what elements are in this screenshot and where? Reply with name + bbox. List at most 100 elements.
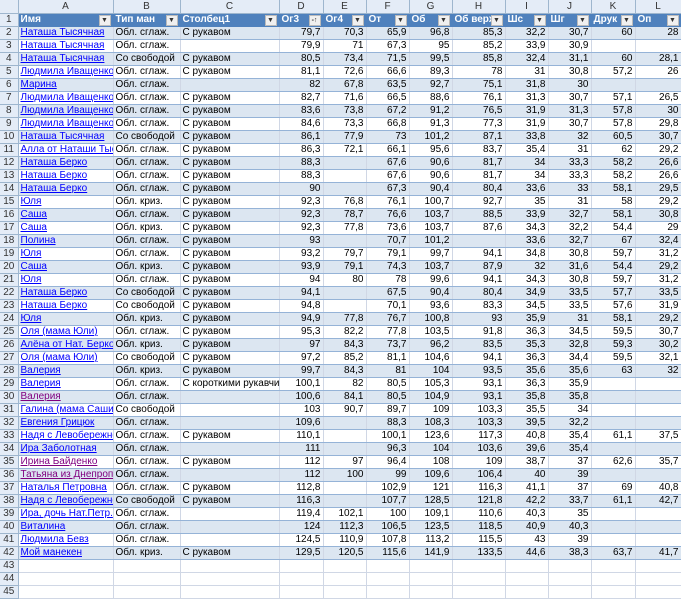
name-link[interactable]: Ира Заболотная (21, 443, 97, 454)
cell-B[interactable]: Обл. сглаж. (113, 78, 181, 92)
cell-J[interactable]: 32 (548, 130, 592, 144)
cell-B[interactable]: Со свободой (113, 351, 181, 365)
name-link[interactable]: Валерия (21, 378, 61, 389)
column-header-A[interactable]: A (18, 0, 114, 14)
cell-L[interactable]: 29,2 (635, 195, 681, 209)
cell-G[interactable]: 103,7 (409, 208, 453, 222)
cell-A[interactable]: Надя с Левобережной (18, 429, 114, 443)
name-link[interactable]: Оля (мама Юли) (21, 352, 98, 363)
cell-L[interactable]: 29,2 (635, 260, 681, 274)
cell-J[interactable]: 31 (548, 143, 592, 157)
cell-C[interactable] (180, 78, 280, 92)
cell-C[interactable]: С рукавом (180, 338, 280, 352)
cell-G[interactable]: 109 (409, 403, 453, 417)
cell-I[interactable]: 31 (505, 65, 549, 79)
cell-E[interactable]: 90,7 (323, 403, 367, 417)
cell-C[interactable]: С рукавом (180, 286, 280, 300)
filter-dropdown-icon[interactable]: ▼ (437, 15, 450, 26)
cell-B[interactable]: Обл. сглаж. (113, 533, 181, 547)
cell-E[interactable]: 79,1 (323, 260, 367, 274)
filter-dropdown-icon[interactable]: ▼ (165, 15, 178, 26)
cell-J[interactable]: 39 (548, 533, 592, 547)
cell-D[interactable]: 82 (279, 78, 324, 92)
cell-C[interactable]: С рукавом (180, 351, 280, 365)
cell-D[interactable]: 82,7 (279, 91, 324, 105)
cell-H[interactable]: 93,1 (452, 377, 506, 391)
cell-D[interactable]: 86,1 (279, 130, 324, 144)
cell-F[interactable]: 78 (366, 273, 410, 287)
cell-I[interactable] (505, 585, 549, 599)
cell-E[interactable] (323, 585, 367, 599)
column-header-I[interactable]: I (505, 0, 549, 14)
cell-A[interactable]: Татьяна из Днепроп. (18, 468, 114, 482)
row-number[interactable]: 35 (0, 455, 19, 469)
cell-J[interactable]: 30,7 (548, 117, 592, 131)
cell-A[interactable] (18, 559, 114, 573)
row-number[interactable]: 28 (0, 364, 19, 378)
cell-C[interactable] (180, 585, 280, 599)
cell-L[interactable]: 32 (635, 364, 681, 378)
cell-K[interactable]: 62,6 (591, 455, 636, 469)
cell-I[interactable]: 34,3 (505, 273, 549, 287)
cell-D[interactable]: 94,1 (279, 286, 324, 300)
cell-J[interactable]: 32,2 (548, 221, 592, 235)
name-link[interactable]: Наталья Петровна (21, 482, 107, 493)
cell-F[interactable]: 67,2 (366, 104, 410, 118)
cell-K[interactable]: 59,7 (591, 247, 636, 261)
name-link[interactable]: Ирина Байденко (21, 456, 98, 467)
cell-H[interactable]: 78 (452, 65, 506, 79)
cell-L[interactable]: 26 (635, 65, 681, 79)
cell-E[interactable]: 82 (323, 377, 367, 391)
cell-E[interactable]: 102,1 (323, 507, 367, 521)
cell-K[interactable]: 59,3 (591, 338, 636, 352)
cell-J[interactable]: 30,7 (548, 91, 592, 105)
name-link[interactable]: Марина (21, 79, 57, 90)
cell-F[interactable]: 81,1 (366, 351, 410, 365)
cell-J[interactable]: 37 (548, 481, 592, 495)
cell-L[interactable]: 35,7 (635, 455, 681, 469)
cell-H[interactable]: 118,5 (452, 520, 506, 534)
cell-B[interactable]: Обл. сглаж. (113, 325, 181, 339)
cell-H[interactable]: 117,3 (452, 429, 506, 443)
row-number[interactable]: 36 (0, 468, 19, 482)
cell-E[interactable]: 112,3 (323, 520, 367, 534)
cell-G[interactable]: 99,7 (409, 247, 453, 261)
cell-F[interactable]: 66,5 (366, 91, 410, 105)
cell-I[interactable]: 41,1 (505, 481, 549, 495)
cell-G[interactable] (409, 559, 453, 573)
cell-L[interactable]: 37,5 (635, 429, 681, 443)
cell-K[interactable]: 63,7 (591, 546, 636, 560)
cell-K[interactable]: 58,1 (591, 208, 636, 222)
cell-K[interactable]: 61,1 (591, 494, 636, 508)
cell-H[interactable]: 83,7 (452, 143, 506, 157)
cell-G[interactable]: 99,5 (409, 52, 453, 66)
cell-E[interactable]: 72,1 (323, 143, 367, 157)
cell-H[interactable]: 94,1 (452, 273, 506, 287)
cell-E[interactable]: 97 (323, 455, 367, 469)
cell-C[interactable] (180, 468, 280, 482)
cell-A[interactable]: Наташа Берко (18, 286, 114, 300)
cell-G[interactable]: 93,6 (409, 299, 453, 313)
cell-D[interactable]: 95,3 (279, 325, 324, 339)
header-cell-K[interactable]: Друк ▼ (591, 13, 636, 27)
column-header-D[interactable]: D (279, 0, 324, 14)
cell-J[interactable]: 33,3 (548, 169, 592, 183)
cell-I[interactable]: 36,3 (505, 377, 549, 391)
cell-F[interactable]: 66,1 (366, 143, 410, 157)
cell-E[interactable]: 78,7 (323, 208, 367, 222)
cell-A[interactable]: Ира Заболотная (18, 442, 114, 456)
cell-G[interactable]: 123,6 (409, 429, 453, 443)
cell-H[interactable]: 93 (452, 312, 506, 326)
cell-J[interactable]: 35,9 (548, 377, 592, 391)
cell-L[interactable] (635, 507, 681, 521)
cell-A[interactable]: Алёна от Нат. Берко (18, 338, 114, 352)
cell-F[interactable]: 67,6 (366, 156, 410, 170)
cell-F[interactable]: 107,7 (366, 494, 410, 508)
cell-B[interactable]: Со свободой (113, 52, 181, 66)
cell-J[interactable]: 32,7 (548, 208, 592, 222)
cell-G[interactable]: 128,5 (409, 494, 453, 508)
cell-L[interactable]: 31,2 (635, 247, 681, 261)
cell-J[interactable]: 32,2 (548, 416, 592, 430)
cell-C[interactable]: С рукавом (180, 26, 280, 40)
name-link[interactable]: Людмила Иващенко (21, 105, 113, 116)
